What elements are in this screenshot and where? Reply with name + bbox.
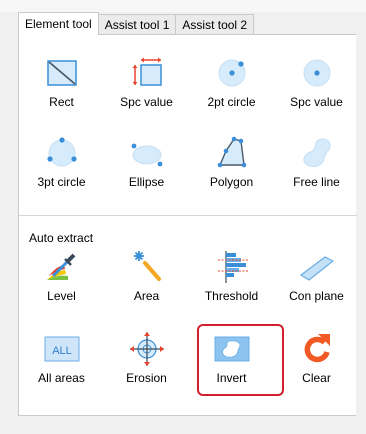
invert-highlight-box	[197, 324, 284, 396]
polygon-button[interactable]: Polygon	[189, 135, 274, 195]
three-point-circle-label: 3pt circle	[37, 175, 86, 189]
polygon-label: Polygon	[209, 175, 254, 189]
spc-value-rect-button[interactable]: Spc value	[104, 55, 189, 115]
con-plane-icon	[299, 256, 334, 281]
free-line-icon	[302, 138, 331, 167]
rect-icon	[46, 60, 77, 86]
tab-bar: Element tool Assist tool 1 Assist tool 2	[18, 12, 255, 35]
rect-button[interactable]: Rect	[19, 55, 104, 115]
erosion-icon	[129, 332, 164, 366]
area-label: Area	[133, 289, 160, 303]
clear-label: Clear	[302, 371, 331, 385]
clear-icon	[304, 334, 330, 363]
erosion-label: Erosion	[126, 371, 167, 385]
threshold-label: Threshold	[204, 289, 259, 303]
free-line-label: Free line	[293, 175, 340, 189]
section-divider	[19, 215, 357, 216]
element-tools-row-1: Rect Spc value 2pt circle Spc value	[19, 55, 359, 115]
clear-button[interactable]: Clear	[274, 331, 359, 391]
auto-extract-row-2: ALL All areas Erosion Invert Clear	[19, 331, 359, 391]
ellipse-label: Ellipse	[128, 175, 165, 189]
spc-value-rect-icon	[132, 57, 162, 86]
element-tool-panel: Rect Spc value 2pt circle Spc value 3pt …	[18, 34, 359, 416]
svg-text:ALL: ALL	[52, 345, 72, 357]
all-areas-label: All areas	[38, 371, 85, 385]
ellipse-icon	[131, 143, 162, 167]
all-areas-button[interactable]: ALL All areas	[19, 331, 104, 391]
all-areas-icon: ALL	[44, 336, 79, 362]
free-line-button[interactable]: Free line	[274, 135, 359, 195]
area-wand-icon	[133, 251, 161, 281]
three-point-circle-icon	[46, 137, 77, 167]
rect-label: Rect	[49, 95, 74, 109]
threshold-button[interactable]: Threshold	[189, 249, 274, 309]
spc-value-circle-label: Spc value	[290, 95, 343, 109]
spc-value-circle-icon	[303, 59, 330, 87]
three-point-circle-button[interactable]: 3pt circle	[19, 135, 104, 195]
auto-extract-label: Auto extract	[29, 231, 94, 245]
two-point-circle-icon	[218, 59, 245, 87]
top-strip	[0, 0, 366, 12]
area-button[interactable]: Area	[104, 249, 189, 309]
con-plane-label: Con plane	[289, 289, 344, 303]
con-plane-button[interactable]: Con plane	[274, 249, 359, 309]
element-tools-row-2: 3pt circle Ellipse Polygon Free line	[19, 135, 359, 195]
tab-assist-tool-1[interactable]: Assist tool 1	[97, 14, 177, 35]
two-point-circle-button[interactable]: 2pt circle	[189, 55, 274, 115]
polygon-icon	[217, 136, 246, 168]
auto-extract-row-1: Level Area Threshold Con plane	[19, 249, 359, 309]
threshold-icon	[217, 251, 248, 283]
spc-value-rect-label: Spc value	[120, 95, 173, 109]
level-button[interactable]: Level	[19, 249, 104, 309]
ellipse-button[interactable]: Ellipse	[104, 135, 189, 195]
tab-element-tool[interactable]: Element tool	[18, 12, 99, 35]
erosion-button[interactable]: Erosion	[104, 331, 189, 391]
level-eyedropper-icon	[46, 253, 75, 280]
level-label: Level	[47, 289, 76, 303]
tab-assist-tool-2[interactable]: Assist tool 2	[175, 14, 255, 35]
two-point-circle-label: 2pt circle	[207, 95, 256, 109]
spc-value-circle-button[interactable]: Spc value	[274, 55, 359, 115]
